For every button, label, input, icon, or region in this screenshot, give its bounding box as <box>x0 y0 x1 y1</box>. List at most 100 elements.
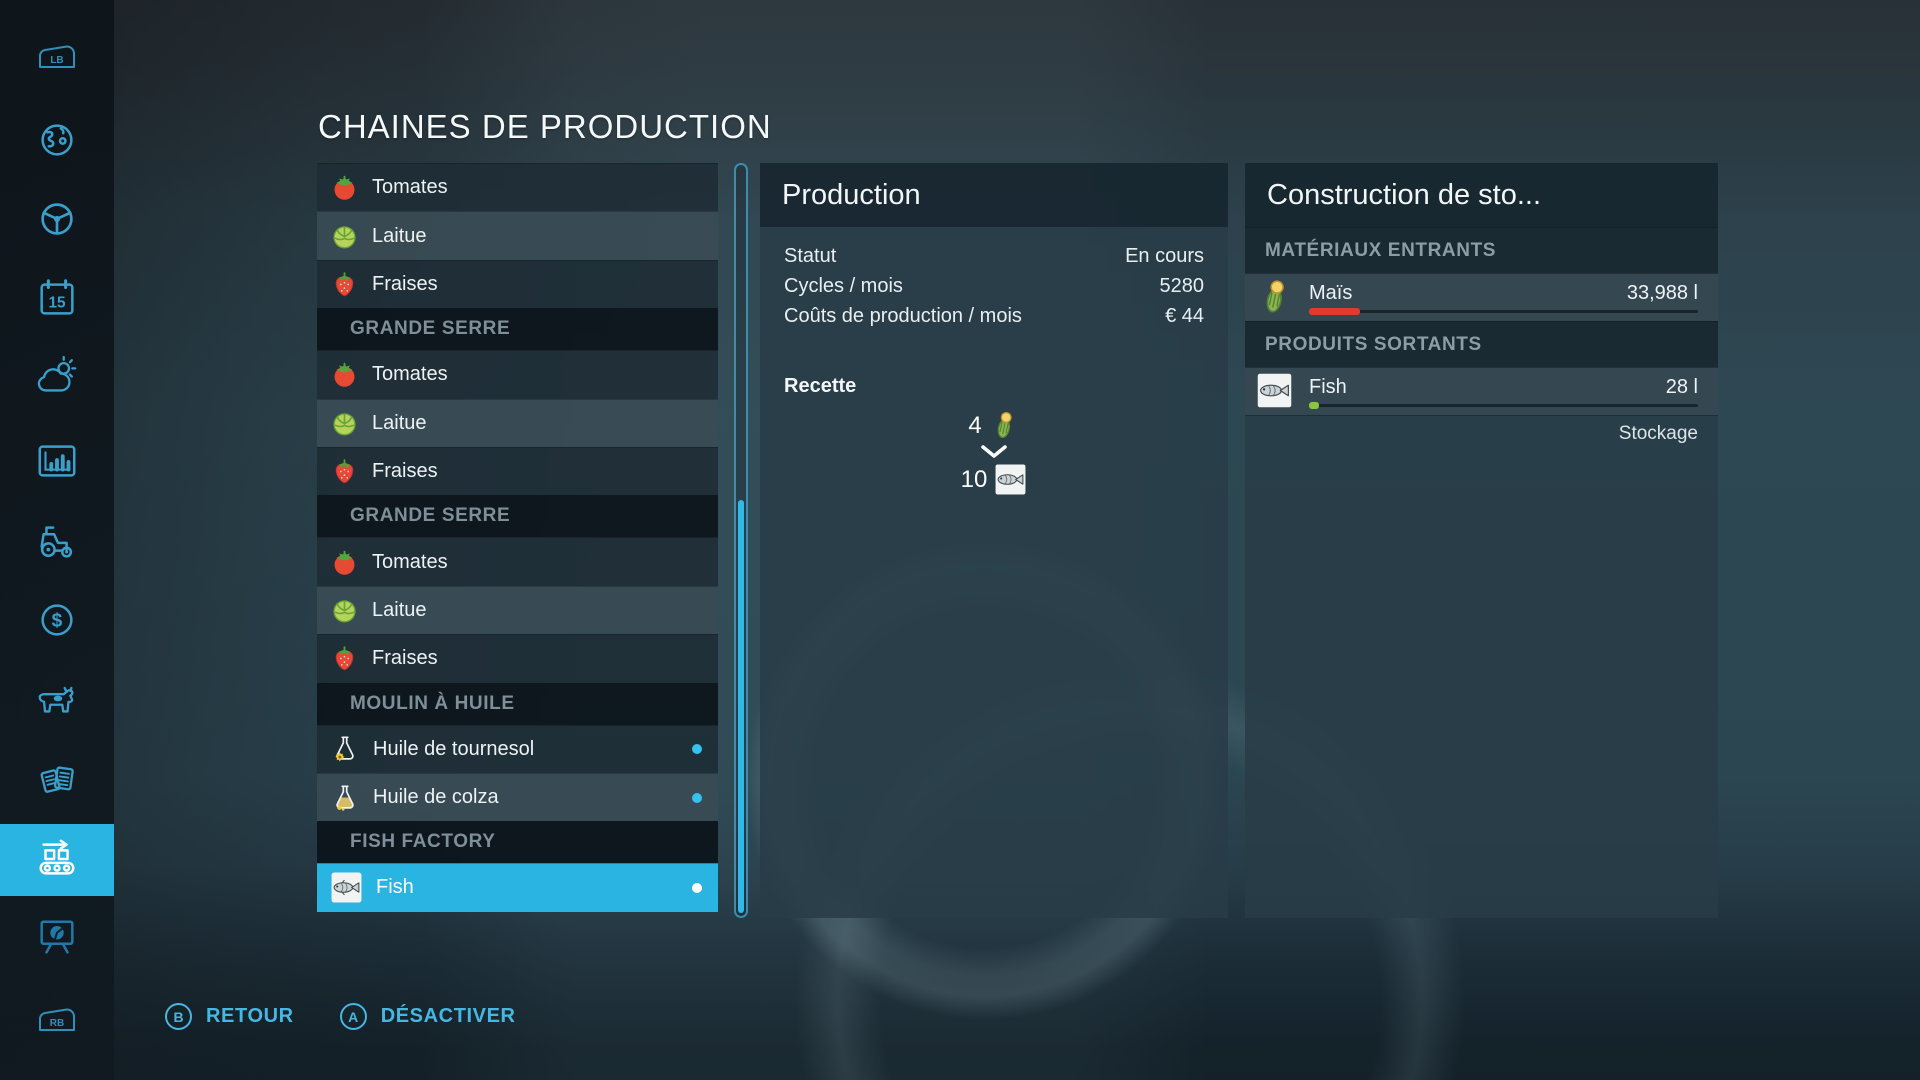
sidebar-item-production-stats[interactable] <box>0 915 114 961</box>
lettuce-icon <box>330 596 359 625</box>
list-item-laitue[interactable]: Laitue <box>317 586 718 634</box>
sidebar-item-weather[interactable] <box>0 354 114 400</box>
fish-icon <box>330 871 363 904</box>
production-panel: Production Statut En cours Cycles / mois… <box>760 163 1228 918</box>
stat-row-cycles: Cycles / mois 5280 <box>784 271 1204 301</box>
sidebar-item-contracts[interactable] <box>0 757 114 803</box>
storage-mode-label: Stockage <box>1619 423 1698 445</box>
sidebar-item-calendar[interactable]: 15 <box>0 276 114 322</box>
resource-label: Fish <box>1309 376 1347 399</box>
list-item-tomates[interactable]: Tomates <box>317 350 718 398</box>
svg-text:15: 15 <box>48 295 66 312</box>
stat-row-couts: Coûts de production / mois € 44 <box>784 301 1204 331</box>
dollar-icon: $ <box>34 597 80 643</box>
deactivate-button[interactable]: A DÉSACTIVER <box>340 1003 516 1030</box>
back-button-label: RETOUR <box>206 1005 294 1028</box>
stat-value: € 44 <box>1165 301 1204 331</box>
resource-amount: 33,988 l <box>1627 282 1698 305</box>
list-item-tomates[interactable]: Tomates <box>317 163 718 211</box>
stat-value: 5280 <box>1160 271 1205 301</box>
sidebar-item-vehicles[interactable] <box>0 196 114 242</box>
list-item-tomates[interactable]: Tomates <box>317 537 718 585</box>
rb-shoulder-icon: RB <box>0 1005 114 1035</box>
recipe-output-quantity: 10 <box>961 466 988 494</box>
active-production-dot <box>692 883 702 893</box>
weather-icon <box>34 354 80 400</box>
storage-panel: Construction de sto... MATÉRIAUX ENTRANT… <box>1245 163 1718 918</box>
list-item-label: Tomates <box>372 176 448 199</box>
list-section-header: GRANDE SERRE <box>317 308 718 350</box>
fill-level-value <box>1309 402 1319 409</box>
list-section-header: MOULIN À HUILE <box>317 683 718 725</box>
list-item-label: Huile de tournesol <box>373 738 534 761</box>
storage-panel-title: Construction de sto... <box>1245 163 1718 227</box>
list-item-fraises[interactable]: Fraises <box>317 447 718 495</box>
tractor-icon <box>34 518 80 564</box>
canola-oil-icon <box>330 783 360 813</box>
lettuce-icon <box>330 409 359 438</box>
stat-value: En cours <box>1125 241 1204 271</box>
list-item-laitue[interactable]: Laitue <box>317 211 718 259</box>
list-item-label: Laitue <box>372 412 427 435</box>
lb-shoulder-icon: LB <box>0 42 114 72</box>
corn-icon <box>989 410 1020 441</box>
svg-text:LB: LB <box>50 55 63 66</box>
storage-mode-row: Stockage <box>1245 415 1718 452</box>
list-item-label: Laitue <box>372 225 427 248</box>
fish-icon <box>1256 372 1293 409</box>
sidebar-item-map[interactable] <box>0 117 114 163</box>
resource-label: Maïs <box>1309 282 1352 305</box>
sidebar-item-garage[interactable] <box>0 518 114 564</box>
page-title: CHAINES DE PRODUCTION <box>318 108 772 146</box>
production-stats-icon <box>34 915 80 961</box>
production-list: Tomates Laitue Fraises GRANDE SERRE Toma… <box>317 163 718 919</box>
resource-amount: 28 l <box>1666 376 1698 399</box>
list-item-fraises[interactable]: Fraises <box>317 634 718 682</box>
gamepad-b-icon: B <box>165 1003 192 1030</box>
deactivate-button-label: DÉSACTIVER <box>381 1005 516 1028</box>
fill-level-value <box>1309 308 1360 315</box>
list-item-laitue[interactable]: Laitue <box>317 399 718 447</box>
list-item-label: Tomates <box>372 551 448 574</box>
steering-wheel-icon <box>34 196 80 242</box>
production-chains-icon <box>34 836 80 882</box>
list-item-label: Fraises <box>372 460 438 483</box>
list-item-huile-colza[interactable]: Huile de colza <box>317 773 718 821</box>
stat-row-statut: Statut En cours <box>784 241 1204 271</box>
sidebar-item-animals[interactable] <box>0 676 114 722</box>
sidebar-item-statistics[interactable] <box>0 438 114 484</box>
sunflower-oil-icon <box>330 734 360 764</box>
list-item-huile-tournesol[interactable]: Huile de tournesol <box>317 725 718 773</box>
list-item-label: Laitue <box>372 599 427 622</box>
active-production-dot <box>692 744 702 754</box>
list-scrollbar-thumb[interactable] <box>738 500 744 913</box>
input-row-mais[interactable]: Maïs 33,988 l <box>1245 273 1718 321</box>
list-item-fish[interactable]: Fish <box>317 863 718 911</box>
tomato-icon <box>330 173 359 202</box>
back-button[interactable]: B RETOUR <box>165 1003 294 1030</box>
recipe-heading: Recette <box>784 375 1204 398</box>
list-item-label: Tomates <box>372 363 448 386</box>
strawberry-icon <box>330 457 359 486</box>
svg-text:$: $ <box>52 611 63 632</box>
list-section-header: FISH FACTORY <box>317 821 718 863</box>
stat-label: Cycles / mois <box>784 271 903 301</box>
statistics-icon <box>34 438 80 484</box>
outputs-section-header: PRODUITS SORTANTS <box>1245 321 1718 367</box>
lettuce-icon <box>330 222 359 251</box>
production-stats-block: Statut En cours Cycles / mois 5280 Coûts… <box>760 227 1228 331</box>
recipe-diagram: 4 10 <box>760 410 1228 496</box>
list-scrollbar[interactable] <box>734 163 748 918</box>
tomato-icon <box>330 548 359 577</box>
stat-label: Coûts de production / mois <box>784 301 1022 331</box>
list-item-label: Fraises <box>372 647 438 670</box>
sidebar-item-finances[interactable]: $ <box>0 597 114 643</box>
list-item-fraises[interactable]: Fraises <box>317 260 718 308</box>
tomato-icon <box>330 360 359 389</box>
strawberry-icon <box>330 270 359 299</box>
sidebar-item-production-chains[interactable] <box>0 836 114 882</box>
output-row-fish[interactable]: Fish 28 l <box>1245 367 1718 415</box>
calendar-icon: 15 <box>34 276 80 322</box>
list-item-label: Fraises <box>372 273 438 296</box>
contracts-icon <box>34 757 80 803</box>
